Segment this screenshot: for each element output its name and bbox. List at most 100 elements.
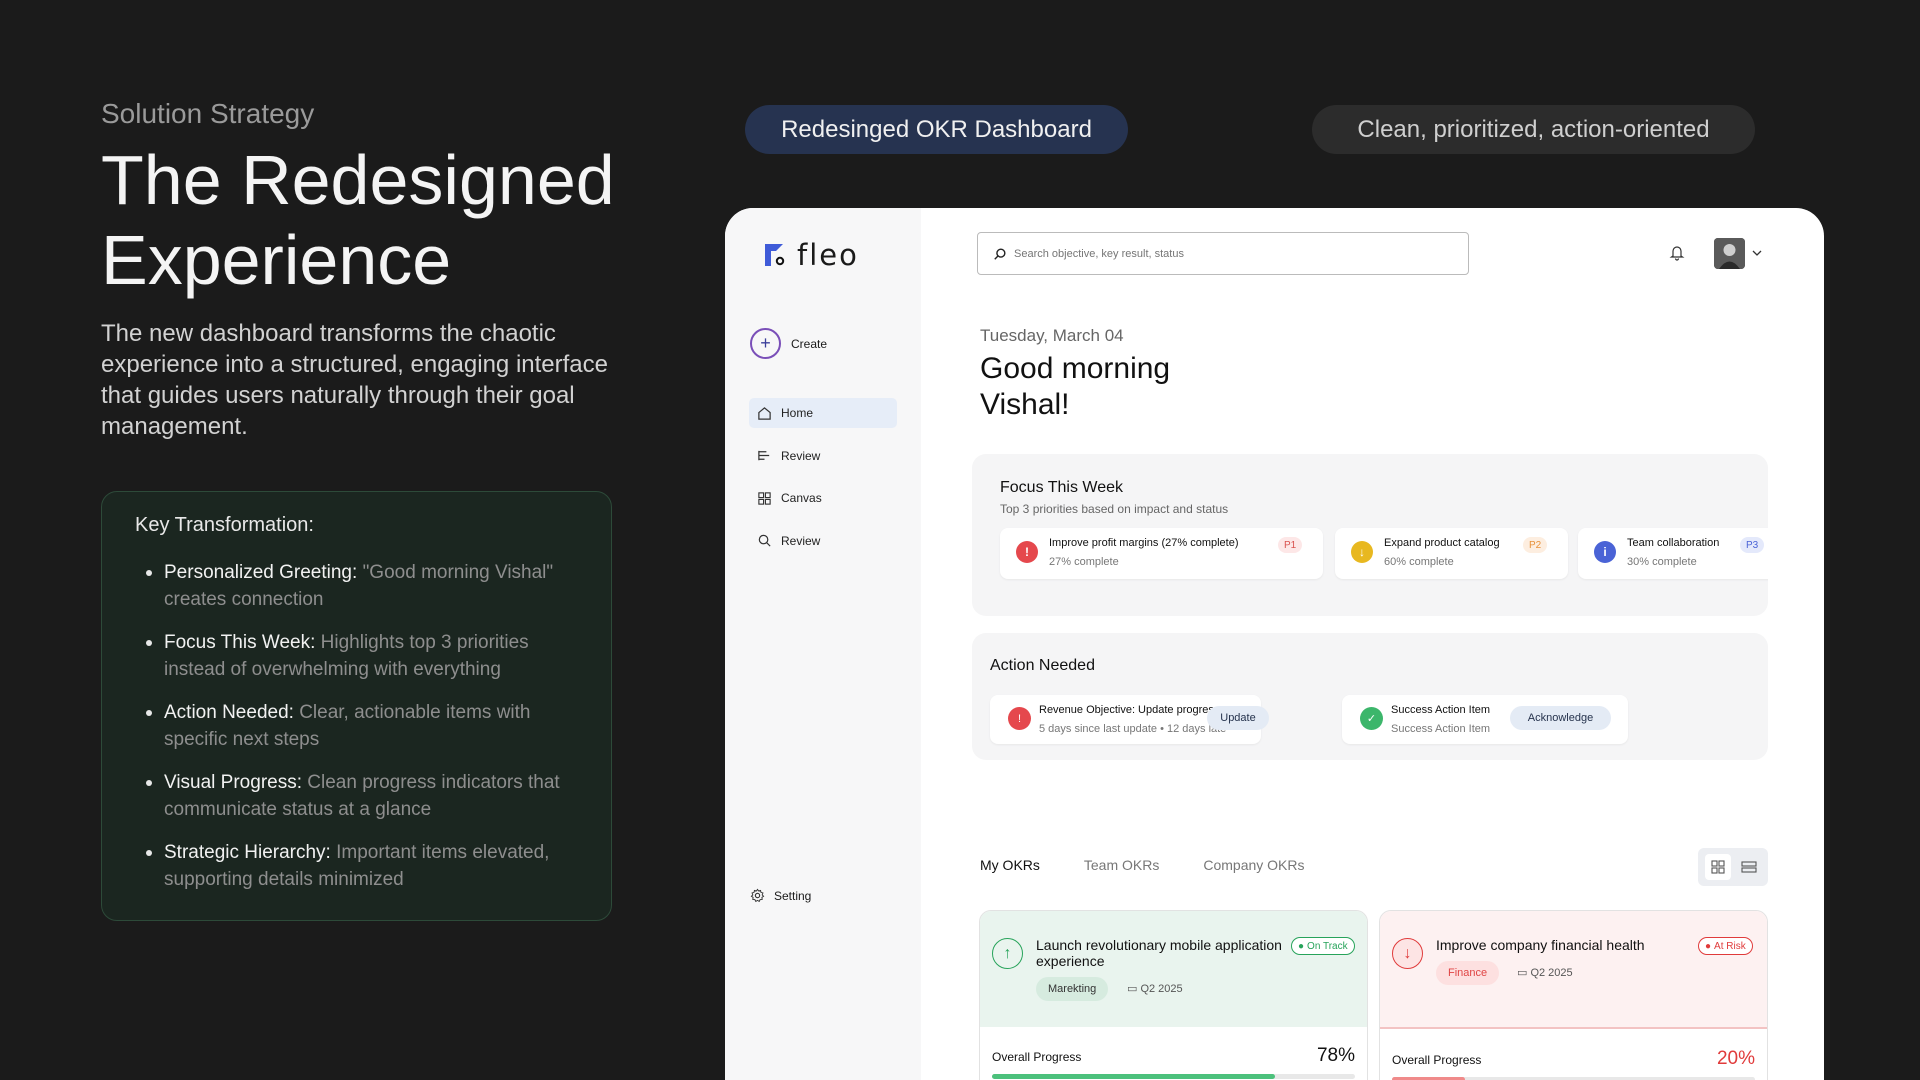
- logo[interactable]: fleo: [763, 238, 859, 272]
- sidebar-item-home[interactable]: Home: [749, 398, 897, 428]
- action-item-sub: 5 days since last update • 12 days late: [1039, 723, 1227, 735]
- sidebar-item-review[interactable]: Review: [749, 441, 897, 471]
- current-date: Tuesday, March 04: [980, 326, 1124, 345]
- focus-card[interactable]: ↓ Expand product catalog 60% complete P2: [1335, 528, 1568, 579]
- setting-label: Setting: [774, 888, 812, 903]
- okr-card-header: [980, 911, 1367, 1027]
- priority-badge: P2: [1523, 537, 1548, 553]
- quarter-text: Q2 2025: [1530, 967, 1573, 979]
- progress-bar: [992, 1074, 1355, 1079]
- focus-card-sub: 60% complete: [1384, 556, 1454, 568]
- status-badge: ● On Track: [1291, 937, 1355, 955]
- list-item: Action Needed: Clear, actionable items w…: [135, 699, 578, 753]
- pill-dashboard-label: Redesinged OKR Dashboard: [745, 105, 1128, 154]
- eyebrow-label: Solution Strategy: [101, 98, 315, 129]
- item-term: Focus This Week:: [164, 632, 316, 653]
- list-item: Personalized Greeting: "Good morning Vis…: [135, 559, 578, 613]
- key-transformation-list: Personalized Greeting: "Good morning Vis…: [135, 559, 578, 893]
- sidebar-item-review-search[interactable]: Review: [749, 526, 897, 556]
- canvas-icon: [758, 491, 771, 505]
- priority-badge: P1: [1278, 537, 1303, 553]
- action-item: ! Revenue Objective: Update progress 5 d…: [990, 695, 1269, 744]
- plus-icon: +: [750, 328, 781, 359]
- focus-card-sub: 30% complete: [1627, 556, 1697, 568]
- update-button[interactable]: Update: [1207, 706, 1269, 730]
- sidebar-item-label: Home: [781, 406, 814, 420]
- sidebar-item-canvas[interactable]: Canvas: [749, 483, 897, 513]
- intro-paragraph: The new dashboard transforms the chaotic…: [101, 320, 608, 440]
- tab-team-okrs[interactable]: Team OKRs: [1084, 857, 1159, 873]
- key-transformation-box: Key Transformation: Personalized Greetin…: [101, 491, 612, 921]
- progress-percent: 20%: [1716, 1048, 1755, 1069]
- search-input[interactable]: [1014, 247, 1454, 260]
- action-item: ✓ Success Action Item Success Action Ite…: [1342, 695, 1628, 744]
- calendar-icon: ▭: [1517, 967, 1531, 979]
- progress-bar-fill: [992, 1074, 1276, 1079]
- okr-title: Launch revolutionary mobile application …: [1036, 937, 1282, 969]
- key-transformation-title: Key Transformation:: [135, 514, 314, 536]
- focus-card-title: Team collaboration: [1627, 537, 1720, 549]
- sidebar-item-label: Review: [781, 448, 821, 463]
- tab-my-okrs[interactable]: My OKRs: [980, 857, 1040, 873]
- alert-icon: !: [1008, 707, 1031, 730]
- greeting-heading: Good morning Vishal!: [980, 352, 1171, 421]
- progress-percent: 78%: [1316, 1045, 1355, 1066]
- dashboard-mockup: fleo + Create Home Review Canvas Review: [725, 208, 1824, 1080]
- focus-this-week-panel: Focus This Week Top 3 priorities based o…: [972, 454, 1768, 616]
- action-item-title: Success Action Item: [1391, 704, 1491, 716]
- fleo-logo-icon: [763, 242, 787, 268]
- action-needed-panel: Action Needed ! Revenue Objective: Updat…: [972, 633, 1768, 760]
- action-title: Action Needed: [990, 657, 1095, 674]
- status-label: On Track: [1307, 940, 1348, 952]
- search-bar[interactable]: [977, 232, 1469, 275]
- home-icon: [758, 406, 771, 420]
- category-tag: Finance: [1436, 961, 1500, 985]
- sidebar-item-label: Review: [781, 533, 821, 548]
- sidebar-item-setting[interactable]: Setting: [750, 888, 811, 903]
- create-label: Create: [791, 336, 828, 351]
- tab-company-okrs[interactable]: Company OKRs: [1203, 857, 1304, 873]
- focus-title: Focus This Week: [1000, 479, 1124, 496]
- item-term: Visual Progress:: [164, 772, 302, 793]
- focus-subtitle: Top 3 priorities based on impact and sta…: [1000, 502, 1229, 516]
- avatar[interactable]: [1714, 238, 1745, 269]
- logo-text: fleo: [797, 238, 859, 272]
- bell-icon[interactable]: [1669, 244, 1685, 266]
- search-icon: [994, 247, 1006, 260]
- okr-tabs: My OKRs Team OKRs Company OKRs: [980, 857, 1349, 873]
- item-term: Personalized Greeting:: [164, 562, 358, 583]
- item-term: Strategic Hierarchy:: [164, 842, 331, 863]
- create-button[interactable]: + Create: [750, 328, 827, 359]
- arrow-up-icon: ↑: [992, 938, 1023, 969]
- calendar-icon: ▭: [1127, 983, 1141, 995]
- list-item: Focus This Week: Highlights top 3 priori…: [135, 629, 578, 683]
- list-item: Visual Progress: Clean progress indicato…: [135, 769, 578, 823]
- focus-card[interactable]: ! Improve profit margins (27% complete) …: [1000, 528, 1323, 579]
- acknowledge-button[interactable]: Acknowledge: [1510, 706, 1611, 730]
- alert-icon: !: [1016, 541, 1038, 563]
- okr-card[interactable]: ↓ Improve company financial health ● At …: [1379, 910, 1768, 1080]
- okr-card[interactable]: ↑ Launch revolutionary mobile applicatio…: [979, 910, 1368, 1080]
- review-icon: [758, 450, 770, 461]
- grid-view-icon[interactable]: [1704, 854, 1731, 880]
- list-view-icon[interactable]: [1736, 854, 1762, 880]
- status-label: At Risk: [1714, 940, 1746, 952]
- sidebar-nav: Home Review Canvas Review: [749, 398, 897, 568]
- focus-card[interactable]: i Team collaboration 30% complete P3: [1578, 528, 1768, 579]
- okr-title: Improve company financial health: [1436, 937, 1645, 953]
- status-badge: ● At Risk: [1698, 937, 1753, 955]
- action-item-sub: Success Action Item: [1391, 723, 1491, 735]
- page-title: The Redesigned Experience: [101, 141, 615, 299]
- search-icon: [758, 534, 771, 547]
- focus-card-title: Expand product catalog: [1384, 537, 1500, 549]
- chevron-down-icon[interactable]: [1751, 246, 1763, 264]
- quarter-text: Q2 2025: [1140, 983, 1183, 995]
- sidebar: fleo + Create Home Review Canvas Review: [725, 208, 921, 1080]
- list-item: Strategic Hierarchy: Important items ele…: [135, 839, 578, 893]
- arrow-down-icon: ↓: [1351, 541, 1373, 563]
- focus-card-title: Improve profit margins (27% complete): [1049, 537, 1239, 549]
- check-icon: ✓: [1360, 707, 1383, 730]
- gear-icon: [750, 888, 765, 903]
- view-toggle: [1698, 848, 1768, 886]
- pill-tagline: Clean, prioritized, action-oriented: [1312, 105, 1755, 154]
